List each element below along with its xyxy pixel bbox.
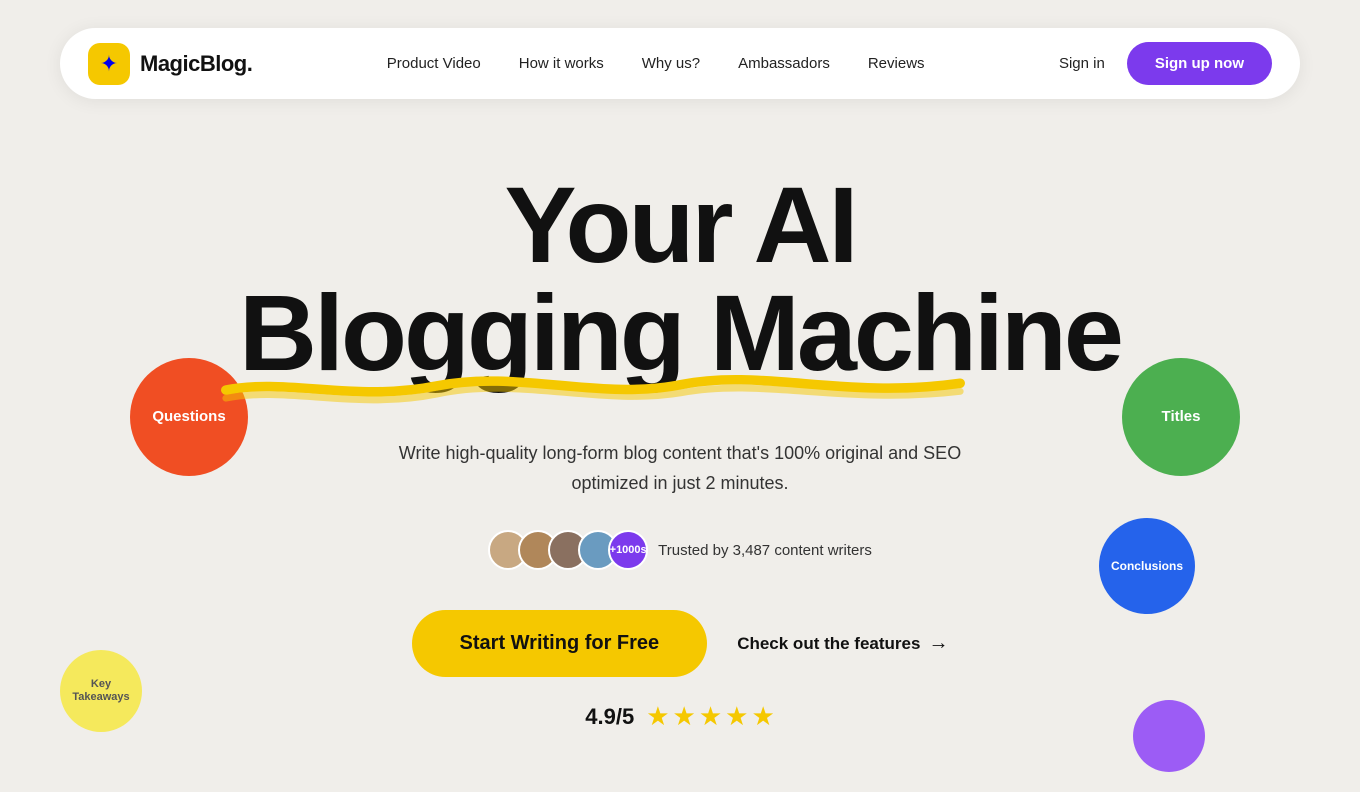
star-5: ★: [751, 701, 774, 732]
nav-links: Product Video How it works Why us? Ambas…: [387, 55, 925, 73]
rating-row: 4.9/5 ★ ★ ★ ★ ★: [0, 701, 1360, 732]
cta-row: Start Writing for Free Check out the fea…: [0, 610, 1360, 677]
sign-up-button[interactable]: Sign up now: [1127, 42, 1272, 85]
star-2: ★: [673, 701, 696, 732]
star-3: ★: [699, 701, 722, 732]
logo-icon: ✦: [88, 43, 130, 85]
avatar-stack: +1000s: [488, 530, 648, 570]
star-1: ★: [646, 701, 669, 732]
check-features-link[interactable]: Check out the features →: [737, 632, 948, 655]
rating-score: 4.9/5: [585, 704, 634, 730]
nav-right: Sign in Sign up now: [1059, 42, 1272, 85]
avatars-row: +1000s Trusted by 3,487 content writers: [0, 530, 1360, 570]
hero-title-line2: Blogging Machine: [239, 279, 1121, 387]
navbar: ✦ MagicBlog. Product Video How it works …: [60, 28, 1300, 99]
avatar-plus: +1000s: [608, 530, 648, 570]
hero-title-line1: Your AI: [0, 171, 1360, 279]
star-4: ★: [725, 701, 748, 732]
nav-reviews[interactable]: Reviews: [868, 55, 925, 72]
nav-ambassadors[interactable]: Ambassadors: [738, 55, 830, 72]
logo-link[interactable]: ✦ MagicBlog.: [88, 43, 252, 85]
nav-why-us[interactable]: Why us?: [642, 55, 700, 72]
hero-subtitle: Write high-quality long-form blog conten…: [390, 439, 970, 498]
arrow-right-icon: →: [928, 632, 948, 655]
stars: ★ ★ ★ ★ ★: [646, 701, 775, 732]
yellow-underline-decoration: [219, 371, 967, 405]
hero-section: Your AI Blogging Machine Write high-qual…: [0, 99, 1360, 732]
logo-text: MagicBlog.: [140, 51, 252, 77]
start-writing-button[interactable]: Start Writing for Free: [412, 610, 708, 677]
sign-in-link[interactable]: Sign in: [1059, 55, 1105, 72]
nav-how-it-works[interactable]: How it works: [519, 55, 604, 72]
nav-product-video[interactable]: Product Video: [387, 55, 481, 72]
trusted-text: Trusted by 3,487 content writers: [658, 542, 872, 559]
